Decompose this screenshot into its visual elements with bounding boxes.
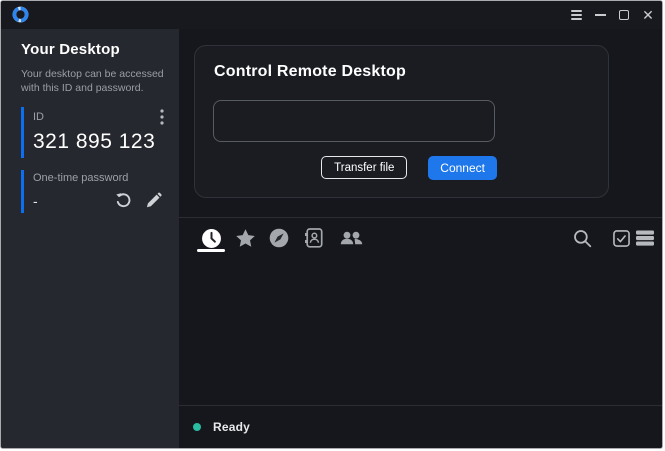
tab-favorites[interactable] [231, 225, 259, 251]
password-value: - [33, 193, 115, 209]
transfer-file-button[interactable]: Transfer file [321, 156, 407, 179]
search-icon [573, 229, 592, 248]
refresh-password-button[interactable] [115, 192, 132, 209]
session-tabbar [179, 225, 662, 255]
minimize-button[interactable] [588, 1, 612, 29]
id-value: 321 895 123 [33, 130, 164, 154]
connect-card-buttons: Transfer file Connect [195, 156, 497, 180]
refresh-icon [115, 192, 132, 209]
tab-address-book[interactable] [300, 225, 328, 251]
tab-group[interactable] [335, 225, 367, 251]
connect-card-title: Control Remote Desktop [214, 63, 406, 81]
list-view-icon [636, 230, 654, 246]
sidebar: Your Desktop Your desktop can be accesse… [1, 29, 179, 448]
tabbar-divider [179, 217, 662, 218]
kebab-menu-icon [160, 109, 164, 125]
menu-icon[interactable] [564, 1, 588, 29]
maximize-button[interactable] [612, 1, 636, 29]
view-mode-button[interactable] [631, 225, 659, 251]
sidebar-subtitle-line2: with this ID and password. [21, 81, 179, 95]
status-dot-icon [193, 423, 201, 431]
sidebar-subtitle-line1: Your desktop can be accessed [21, 67, 179, 81]
id-label: ID [33, 111, 44, 123]
sidebar-subtitle: Your desktop can be accessed with this I… [21, 67, 179, 95]
minimize-icon [595, 14, 606, 16]
compass-icon [269, 228, 289, 248]
password-section: One-time password - [21, 170, 164, 213]
star-icon [235, 228, 256, 249]
address-book-icon [305, 228, 323, 248]
tab-discovered[interactable] [265, 225, 293, 251]
password-label: One-time password [33, 172, 128, 184]
app-logo-icon [12, 6, 29, 23]
remote-id-input[interactable] [213, 100, 495, 142]
select-checkbox-icon [613, 230, 630, 247]
close-button[interactable]: ✕ [636, 1, 660, 29]
edit-password-button[interactable] [145, 192, 162, 209]
id-section: ID 321 895 123 [21, 107, 164, 158]
connect-button[interactable]: Connect [428, 156, 497, 180]
status-text: Ready [213, 420, 250, 434]
id-menu-button[interactable] [160, 109, 164, 125]
maximize-icon [619, 10, 629, 20]
search-button[interactable] [568, 225, 596, 251]
sidebar-title: Your Desktop [21, 41, 179, 58]
window-controls: ✕ [564, 1, 660, 29]
pencil-icon [145, 192, 162, 209]
session-list [179, 256, 662, 406]
rustdesk-window: ✕ Your Desktop Your desktop can be acces… [0, 0, 663, 449]
main-panel: Control Remote Desktop Transfer file Con… [179, 29, 662, 448]
connect-card: Control Remote Desktop Transfer file Con… [194, 45, 609, 198]
clock-icon [201, 228, 222, 249]
tab-recent-sessions[interactable] [197, 225, 225, 251]
active-tab-underline [197, 249, 225, 252]
group-icon [339, 228, 364, 248]
close-icon: ✕ [642, 8, 654, 22]
statusbar: Ready [179, 406, 662, 448]
titlebar: ✕ [1, 1, 662, 29]
